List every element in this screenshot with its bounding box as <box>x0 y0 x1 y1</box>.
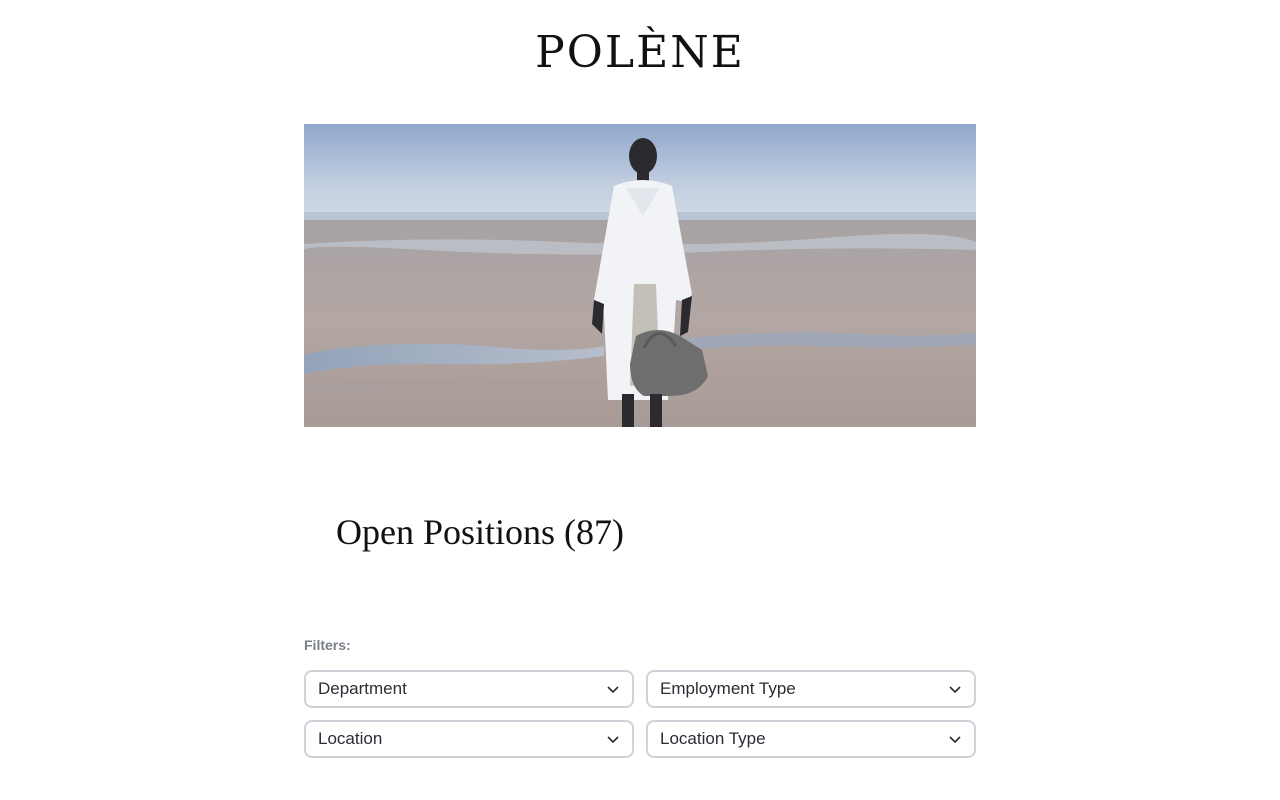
location-type-filter[interactable]: Location Type <box>646 720 976 758</box>
filters-label: Filters: <box>304 637 351 653</box>
location-filter-label: Location <box>318 729 383 748</box>
location-type-filter-label: Location Type <box>660 729 766 748</box>
department-filter-label: Department <box>318 679 407 698</box>
employment-type-filter-label: Employment Type <box>660 679 796 698</box>
location-filter[interactable]: Location <box>304 720 634 758</box>
chevron-down-icon <box>949 686 961 694</box>
brand-logo[interactable]: POLÈNE <box>0 26 1280 80</box>
department-filter[interactable]: Department <box>304 670 634 708</box>
employment-type-filter[interactable]: Employment Type <box>646 670 976 708</box>
page-title: Open Positions (87) <box>336 512 624 552</box>
chevron-down-icon <box>949 736 961 744</box>
site-header: POLÈNE <box>0 0 1280 124</box>
chevron-down-icon <box>607 736 619 744</box>
chevron-down-icon <box>607 686 619 694</box>
hero-image <box>304 124 976 427</box>
